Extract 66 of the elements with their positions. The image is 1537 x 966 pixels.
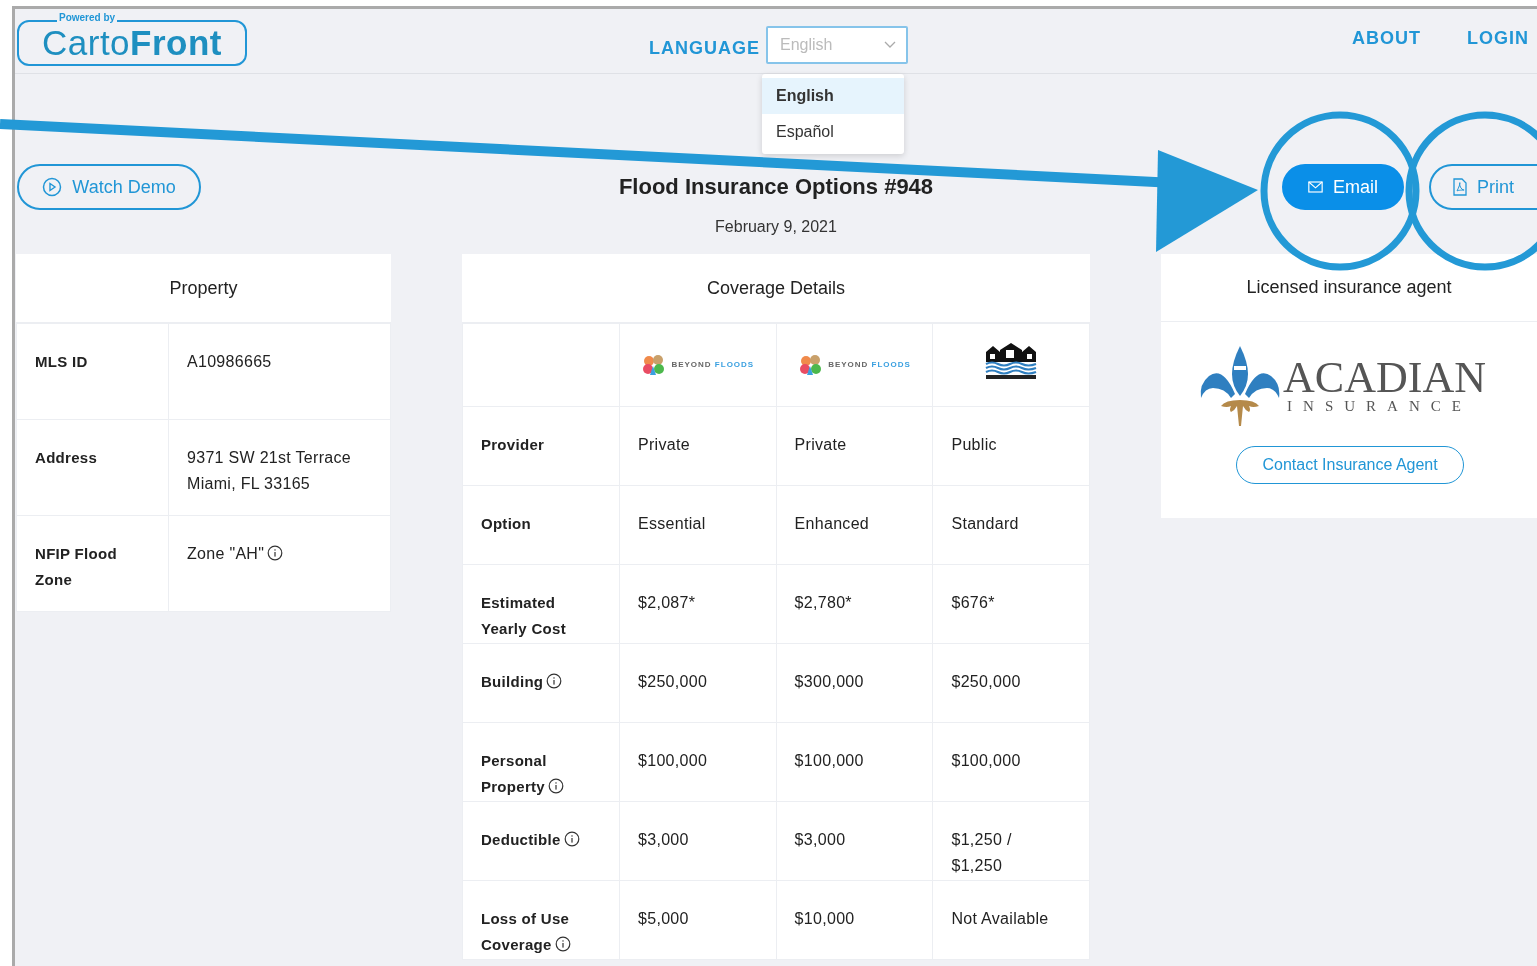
info-icon[interactable] — [548, 778, 564, 794]
nav-link[interactable]: LOGIN — [1467, 27, 1529, 49]
card-title: Licensed insurance agent — [1161, 254, 1537, 322]
table-cell: Address — [16, 419, 169, 516]
language-option[interactable]: English — [762, 78, 904, 114]
envelope-icon — [1308, 180, 1323, 194]
email-button[interactable]: Email — [1282, 164, 1404, 210]
houses-waves-logo-icon — [984, 342, 1039, 380]
table-cell: 9371 SW 21st Terrace Miami, FL 33165 — [168, 419, 391, 516]
date-text: February 9, 2021 — [715, 218, 837, 236]
table-cell: Public — [932, 406, 1090, 486]
logo-text: ACADIAN — [1283, 357, 1486, 398]
table-cell: $3,000 — [776, 801, 933, 881]
table-cell: Essential — [619, 485, 777, 565]
table-cell: Estimated Yearly Cost — [462, 564, 620, 644]
table-cell: Deductible — [462, 801, 620, 881]
table-cell: A10986665 — [168, 323, 391, 420]
table-cell: Not Available — [932, 880, 1090, 960]
table-cell: $100,000 — [776, 722, 933, 802]
chevron-down-icon — [884, 41, 896, 49]
table-cell: $100,000 — [932, 722, 1090, 802]
table-cell: Zone "AH" — [168, 515, 391, 612]
table-cell: MLS ID — [16, 323, 169, 420]
language-select[interactable]: English — [766, 26, 908, 64]
table-cell: Building — [462, 643, 620, 723]
table-cell: Personal Property — [462, 722, 620, 802]
table-cell: $2,087* — [619, 564, 777, 644]
page-title: Flood Insurance Options #948 — [618, 174, 934, 200]
print-button[interactable]: Print — [1429, 164, 1537, 210]
table-cell: $300,000 — [776, 643, 933, 723]
contact-agent-button[interactable]: Contact Insurance Agent — [1236, 446, 1465, 484]
table-cell: $5,000 — [619, 880, 777, 960]
language-label: LANGUAGE — [649, 37, 760, 59]
table-cell: $676* — [932, 564, 1090, 644]
logo-tagline: Powered by — [57, 12, 118, 23]
table-cell: Loss of Use Coverage — [462, 880, 620, 960]
info-icon[interactable] — [546, 673, 563, 689]
logo-text: BEYOND FLOODS — [671, 359, 755, 372]
table-cell: Standard — [932, 485, 1090, 565]
info-icon[interactable] — [554, 936, 571, 952]
table-cell: Provider — [462, 406, 620, 486]
logo-subtext: INSURANCE — [1287, 397, 1473, 415]
table-cell: $10,000 — [776, 880, 933, 960]
table-cell: $3,000 — [619, 801, 777, 881]
info-icon[interactable] — [563, 831, 580, 847]
table-cell: $250,000 — [619, 643, 777, 723]
pdf-file-icon — [1453, 178, 1467, 196]
logo-text: BEYOND FLOODS — [828, 359, 911, 372]
watch-demo-button[interactable]: Watch Demo — [17, 164, 201, 210]
logo-text: CartoFront — [42, 23, 222, 63]
table-cell: $2,780* — [776, 564, 933, 644]
table-cell: NFIP Flood Zone — [16, 515, 169, 612]
table-cell: $1,250 / $1,250 — [932, 801, 1090, 881]
table-cell: $100,000 — [619, 722, 777, 802]
language-option[interactable]: Español — [762, 114, 904, 150]
card-title: Coverage Details — [461, 254, 1091, 323]
play-icon — [42, 177, 63, 197]
table-cell: Option — [462, 485, 620, 565]
info-icon[interactable] — [267, 545, 284, 561]
table-cell: $250,000 — [932, 643, 1090, 723]
table-cell: Private — [776, 406, 933, 486]
card-title: Property — [16, 254, 391, 323]
nav-link[interactable]: ABOUT — [1352, 27, 1421, 49]
fleur-de-lis-logo-icon — [1199, 344, 1282, 428]
table-cell: Private — [619, 406, 777, 486]
table-cell: Enhanced — [776, 485, 933, 565]
